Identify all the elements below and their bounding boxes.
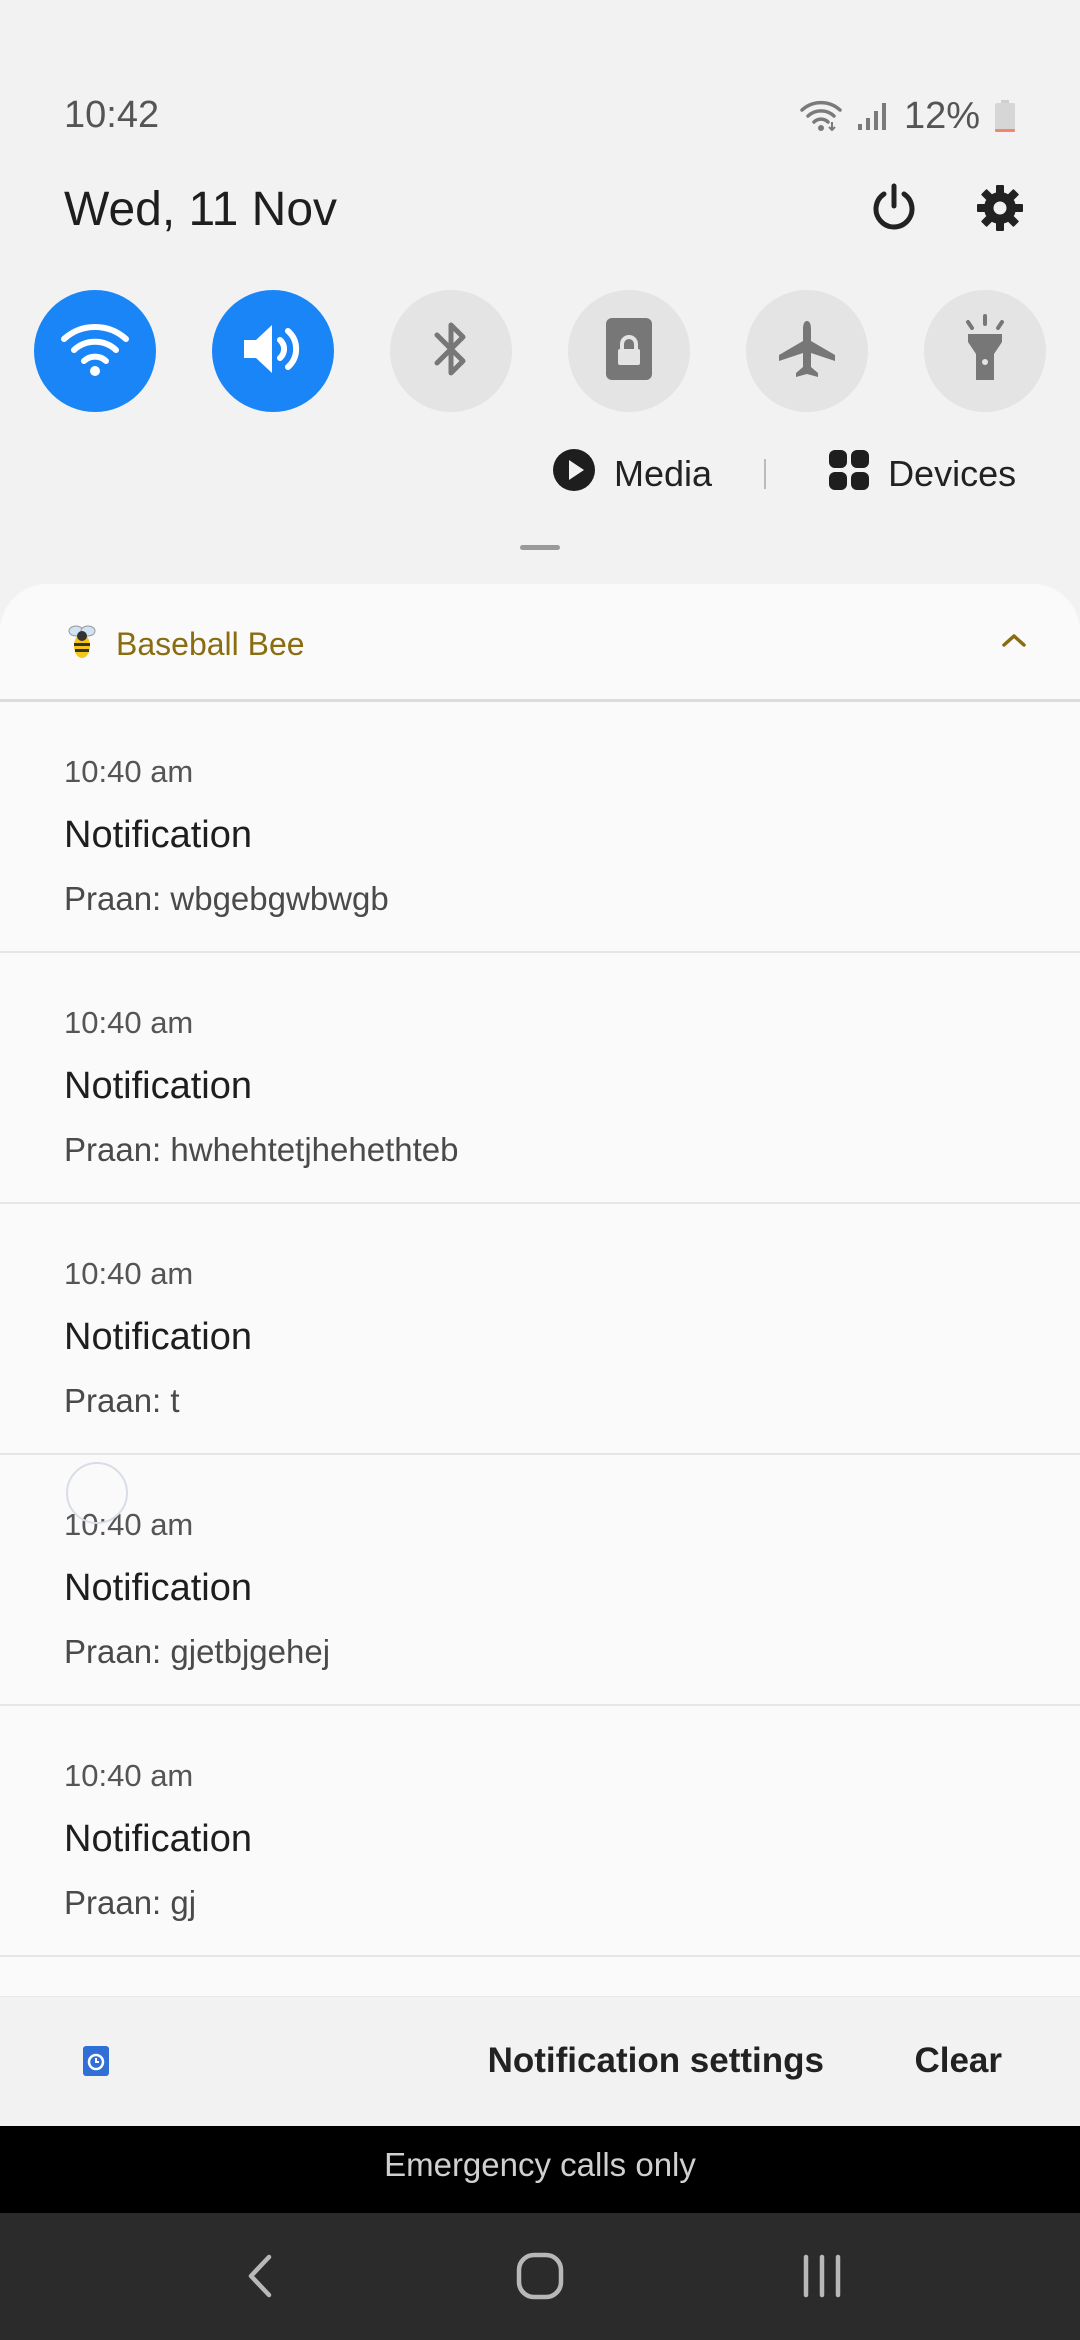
recents-icon bbox=[800, 2253, 844, 2304]
notification-item[interactable]: 10:40 am Notification Praan: gjetbjgehej bbox=[0, 1455, 1080, 1706]
collapse-button[interactable] bbox=[984, 612, 1044, 672]
emergency-strip: Emergency calls only bbox=[0, 2126, 1080, 2213]
wifi-toggle[interactable] bbox=[34, 290, 156, 412]
settings-icon bbox=[975, 183, 1025, 238]
notification-panel: Baseball Bee 10:40 am Notification Praan… bbox=[0, 584, 1080, 2126]
airplane-toggle[interactable] bbox=[746, 290, 868, 412]
settings-button[interactable] bbox=[968, 178, 1032, 242]
recents-button[interactable] bbox=[782, 2243, 862, 2313]
home-button[interactable] bbox=[500, 2243, 580, 2313]
wifi-icon bbox=[60, 321, 130, 382]
quick-settings bbox=[0, 290, 1080, 412]
airplane-icon bbox=[775, 317, 839, 386]
status-icons: 12% bbox=[800, 94, 1016, 138]
notification-group-header[interactable]: Baseball Bee bbox=[0, 584, 1080, 702]
devices-label: Devices bbox=[888, 453, 1017, 494]
clear-button[interactable]: Clear bbox=[914, 2041, 1002, 2081]
back-button[interactable] bbox=[220, 2243, 300, 2313]
navigation-bar bbox=[0, 2213, 1080, 2340]
notification-time: 10:40 am bbox=[64, 1256, 194, 1291]
flashlight-toggle[interactable] bbox=[924, 290, 1046, 412]
media-button[interactable]: Media bbox=[552, 448, 712, 501]
notification-title: Notification bbox=[64, 814, 252, 856]
notification-body: Praan: t bbox=[64, 1382, 180, 1419]
chevron-up-icon bbox=[1001, 632, 1027, 653]
power-button[interactable] bbox=[862, 178, 926, 242]
media-label: Media bbox=[614, 453, 713, 494]
notification-body: Praan: hwhehtetjhehethteb bbox=[64, 1131, 459, 1168]
notification-item[interactable]: 10:40 am Notification Praan: gj bbox=[0, 1706, 1080, 1957]
notification-item[interactable]: 10:40 am Notification Praan: wbgebgwbwgb bbox=[0, 702, 1080, 953]
flashlight-icon bbox=[960, 313, 1010, 389]
notification-body: Praan: gjetbjgehej bbox=[64, 1633, 331, 1670]
notification-item[interactable]: 10:40 am Notification Praan: t bbox=[0, 1204, 1080, 1455]
drag-handle[interactable] bbox=[520, 545, 560, 550]
bee-icon bbox=[62, 622, 102, 662]
status-clock: 10:42 bbox=[64, 94, 160, 136]
lock-icon bbox=[604, 316, 654, 387]
play-icon bbox=[552, 448, 596, 501]
bluetooth-toggle[interactable] bbox=[390, 290, 512, 412]
notification-time: 10:40 am bbox=[64, 1005, 194, 1040]
signal-icon bbox=[856, 100, 890, 132]
notification-body: Praan: wbgebgwbwgb bbox=[64, 880, 389, 917]
emergency-calls-label: Emergency calls only bbox=[384, 2146, 696, 2183]
date-label: Wed, 11 Nov bbox=[64, 183, 338, 236]
media-devices-row: Media Devices bbox=[552, 446, 1016, 502]
divider bbox=[764, 459, 767, 489]
app-name: Baseball Bee bbox=[116, 626, 305, 662]
power-icon bbox=[868, 182, 920, 239]
notification-history-icon[interactable] bbox=[82, 2045, 110, 2077]
devices-icon bbox=[828, 449, 870, 500]
notification-time: 10:40 am bbox=[64, 1758, 194, 1793]
notification-body: Praan: gj bbox=[64, 1884, 197, 1921]
sound-icon bbox=[238, 319, 308, 384]
battery-percent: 12% bbox=[903, 94, 980, 137]
wifi-icon bbox=[800, 100, 842, 132]
notification-panel-footer: Notification settings Clear bbox=[0, 1996, 1080, 2126]
notification-title: Notification bbox=[64, 1567, 252, 1609]
notification-time: 10:40 am bbox=[64, 754, 194, 789]
back-icon bbox=[245, 2253, 275, 2304]
sound-toggle[interactable] bbox=[212, 290, 334, 412]
notification-title: Notification bbox=[64, 1065, 252, 1107]
screen-lock-toggle[interactable] bbox=[568, 290, 690, 412]
battery-icon bbox=[994, 99, 1016, 133]
devices-button[interactable]: Devices bbox=[828, 449, 1016, 500]
notification-item[interactable]: 10:40 am Notification Praan: hwhehtetjhe… bbox=[0, 953, 1080, 1204]
notification-title: Notification bbox=[64, 1316, 252, 1358]
status-bar: 10:42 12% bbox=[0, 0, 1080, 200]
notification-time: 10:40 am bbox=[64, 1507, 194, 1542]
notification-settings-button[interactable]: Notification settings bbox=[488, 2041, 824, 2081]
notification-title: Notification bbox=[64, 1818, 252, 1860]
home-icon bbox=[515, 2251, 565, 2306]
bluetooth-icon bbox=[431, 317, 471, 386]
